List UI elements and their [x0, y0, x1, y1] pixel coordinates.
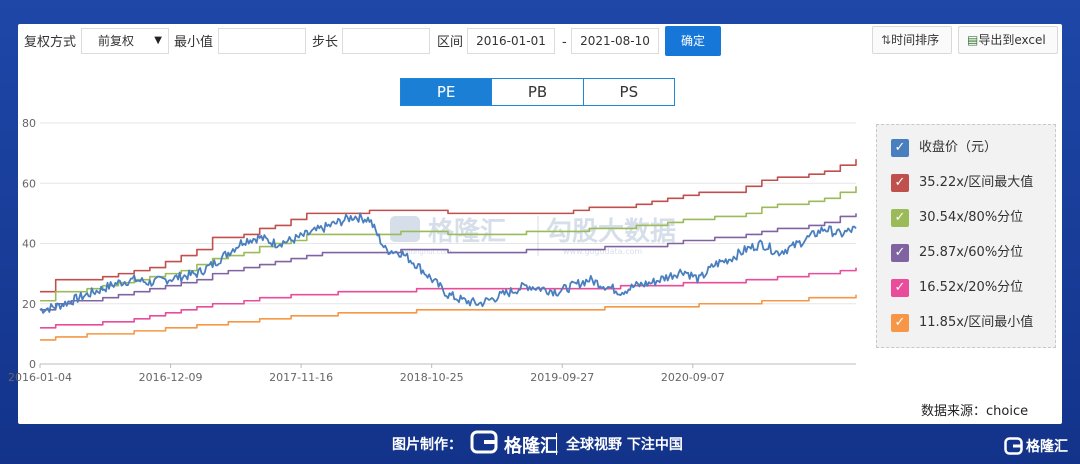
- data-source: 数据来源：choice: [921, 404, 1029, 419]
- x-tick-label: 2019-09-27: [530, 371, 594, 384]
- footer-divider: [556, 433, 557, 455]
- legend-label: 11.85x/区间最小值: [919, 315, 1034, 330]
- footer-slogan: 全球视野 下注中国: [566, 437, 683, 453]
- checkbox-icon[interactable]: ✓: [891, 174, 909, 192]
- x-tick-label: 2016-12-09: [139, 371, 203, 384]
- corner-brand: 格隆汇: [1026, 439, 1068, 455]
- watermark-logo-icon: [390, 216, 420, 242]
- y-tick-label: 40: [22, 238, 36, 251]
- watermark-url2: www.gogudata.com: [563, 247, 642, 256]
- footer-brand: 格隆汇: [504, 436, 558, 457]
- legend-label: 25.87x/60%分位: [919, 245, 1024, 260]
- legend-label: 30.54x/80%分位: [919, 210, 1024, 225]
- y-tick-label: 20: [22, 298, 36, 311]
- x-tick-label: 2016-01-04: [8, 371, 72, 384]
- x-tick-label: 2017-11-16: [269, 371, 333, 384]
- checkbox-icon[interactable]: ✓: [891, 279, 909, 297]
- series-line: [40, 294, 857, 341]
- checkbox-icon[interactable]: ✓: [891, 139, 909, 157]
- checkbox-icon[interactable]: ✓: [891, 209, 909, 227]
- chart-series: [39, 159, 857, 341]
- legend-label: 16.52x/20%分位: [919, 280, 1024, 295]
- x-tick-label: 2020-09-07: [661, 371, 725, 384]
- y-tick-label: 80: [22, 117, 36, 130]
- checkbox-icon[interactable]: ✓: [891, 314, 909, 332]
- y-tick-label: 0: [29, 358, 36, 371]
- legend: ✓ 收盘价（元） ✓ 35.22x/区间最大值 ✓ 30.54x/80%分位 ✓ 25.87x…: [876, 124, 1056, 348]
- corner-logo-icon: [1004, 437, 1023, 455]
- legend-label: 收盘价（元）: [919, 140, 998, 155]
- chart-card: 复权方式 前复权 ▼ 最小值 步长 区间 2016-01-01 - 2021-0…: [8, 24, 1062, 424]
- gelonghui-logo-icon: [470, 430, 498, 454]
- checkbox-icon[interactable]: ✓: [891, 244, 909, 262]
- x-tick-label: 2018-10-25: [400, 371, 464, 384]
- legend-label: 35.22x/区间最大值: [919, 175, 1034, 190]
- y-tick-label: 60: [22, 177, 36, 190]
- footer-made-by: 图片制作：: [392, 437, 462, 453]
